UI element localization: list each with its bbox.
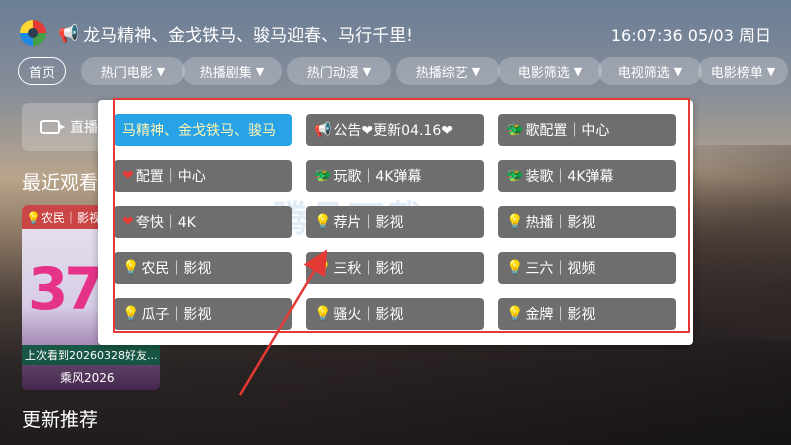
clock: 16:07:36 05/03 周日 <box>610 26 771 45</box>
source-label: 荐片｜影视 <box>333 215 404 231</box>
source-label: 骚火｜影视 <box>333 307 404 323</box>
source-option[interactable]: 💡 金牌｜影视 <box>498 298 676 330</box>
bulb-icon: 💡 <box>506 260 524 276</box>
source-option[interactable]: 💡 荐片｜影视 <box>306 206 484 238</box>
filter-icon: ▼ <box>362 64 372 78</box>
source-option[interactable]: 🐲 歌配置｜中心 <box>498 114 676 146</box>
source-label: 瓜子｜影视 <box>141 307 212 323</box>
tab-hot-variety[interactable]: 热播综艺 ▼ <box>396 57 500 85</box>
source-label: 公告❤更新04.16❤ <box>333 123 453 139</box>
recent-section-title: 最近观看 <box>22 172 99 194</box>
tab-hot-series[interactable]: 热播剧集 ▼ <box>182 57 282 85</box>
megaphone-icon: 📢 <box>314 122 332 138</box>
tab-label: 热门电影 <box>100 65 153 81</box>
tab-label: 热播剧集 <box>199 65 252 81</box>
source-option[interactable]: 💡 三秋｜影视 <box>306 252 484 284</box>
source-option[interactable]: 💡 农民｜影视 <box>114 252 292 284</box>
recent-card-title: 乘风2026 <box>22 365 160 390</box>
dragon-icon: 🐲 <box>506 168 524 184</box>
announcement-bar: 📢 龙马精神、金戈铁马、骏马迎春、马行千里! <box>58 21 413 47</box>
tab-label: 首页 <box>28 65 55 81</box>
camera-icon <box>40 120 65 134</box>
recent-card-progress: 上次看到20260328好友... <box>22 345 160 365</box>
update-section-title: 更新推荐 <box>22 409 99 431</box>
filter-icon: ▼ <box>673 64 683 78</box>
source-label: 玩歌｜4K弹幕 <box>333 169 422 185</box>
tab-movie-chart[interactable]: 电影榜单 ▼ <box>698 57 788 85</box>
filter-icon: ▼ <box>255 64 265 78</box>
source-label: 三六｜视频 <box>525 261 596 277</box>
source-label: 夸快｜4K <box>135 215 196 231</box>
source-option[interactable]: 马精神、金戈铁马、骏马 <box>114 114 292 146</box>
source-option[interactable]: ❤ 配置｜中心 <box>114 160 292 192</box>
bulb-icon: 💡 <box>314 306 332 322</box>
live-label: 直播 <box>70 120 98 136</box>
source-option[interactable]: ❤ 夸快｜4K <box>114 206 292 238</box>
dragon-icon: 🐲 <box>506 122 524 138</box>
source-option[interactable]: 💡 热播｜影视 <box>498 206 676 238</box>
source-option[interactable]: 🐲 装歌｜4K弹幕 <box>498 160 676 192</box>
bulb-icon: 💡 <box>314 260 332 276</box>
source-label: 歌配置｜中心 <box>525 123 610 139</box>
bulb-icon: 💡 <box>506 306 524 322</box>
source-label: 农民｜影视 <box>141 261 212 277</box>
filter-icon: ▼ <box>573 64 583 78</box>
tab-hot-anime[interactable]: 热门动漫 ▼ <box>287 57 391 85</box>
source-label: 装歌｜4K弹幕 <box>525 169 614 185</box>
recent-card-poster-art: 37 <box>28 255 105 323</box>
tab-label: 电影筛选 <box>517 65 570 81</box>
tab-hot-movies[interactable]: 热门电影 ▼ <box>81 57 185 85</box>
filter-icon: ▼ <box>156 64 166 78</box>
source-option[interactable]: 💡 三六｜视频 <box>498 252 676 284</box>
source-option[interactable]: 💡 瓜子｜影视 <box>114 298 292 330</box>
bulb-icon: 💡 <box>122 306 140 322</box>
tab-label: 热播综艺 <box>415 65 468 81</box>
announcement-text: 龙马精神、金戈铁马、骏马迎春、马行千里! <box>83 26 413 46</box>
tab-label: 热门动漫 <box>306 65 359 81</box>
app-logo-icon <box>20 20 46 46</box>
bulb-icon: 💡 <box>314 214 332 230</box>
filter-icon: ▼ <box>766 64 776 78</box>
source-label: 金牌｜影视 <box>525 307 596 323</box>
source-option[interactable]: 💡 骚火｜影视 <box>306 298 484 330</box>
dragon-icon: 🐲 <box>314 168 332 184</box>
heart-icon: ❤ <box>122 168 134 184</box>
tab-label: 电视筛选 <box>617 65 670 81</box>
source-option[interactable]: 🐲 玩歌｜4K弹幕 <box>306 160 484 192</box>
filter-icon: ▼ <box>471 64 481 78</box>
source-label: 配置｜中心 <box>135 169 206 185</box>
tab-movie-filter[interactable]: 电影筛选 ▼ <box>498 57 602 85</box>
bulb-icon: 💡 <box>506 214 524 230</box>
heart-icon: ❤ <box>122 214 134 230</box>
tab-home[interactable]: 首页 <box>18 57 66 85</box>
source-label: 热播｜影视 <box>525 215 596 231</box>
source-label: 马精神、金戈铁马、骏马 <box>122 123 276 139</box>
source-label: 三秋｜影视 <box>333 261 404 277</box>
tab-label: 电影榜单 <box>710 65 763 81</box>
bulb-icon: 💡 <box>122 260 140 276</box>
megaphone-icon: 📢 <box>58 23 80 44</box>
tab-tv-filter[interactable]: 电视筛选 ▼ <box>598 57 702 85</box>
top-nav: 首页 热门电影 ▼ 热播剧集 ▼ 热门动漫 ▼ 热播综艺 ▼ 电影筛选 ▼ 电视筛选 ▼ 电… <box>18 57 788 85</box>
source-option[interactable]: 📢 公告❤更新04.16❤ <box>306 114 484 146</box>
